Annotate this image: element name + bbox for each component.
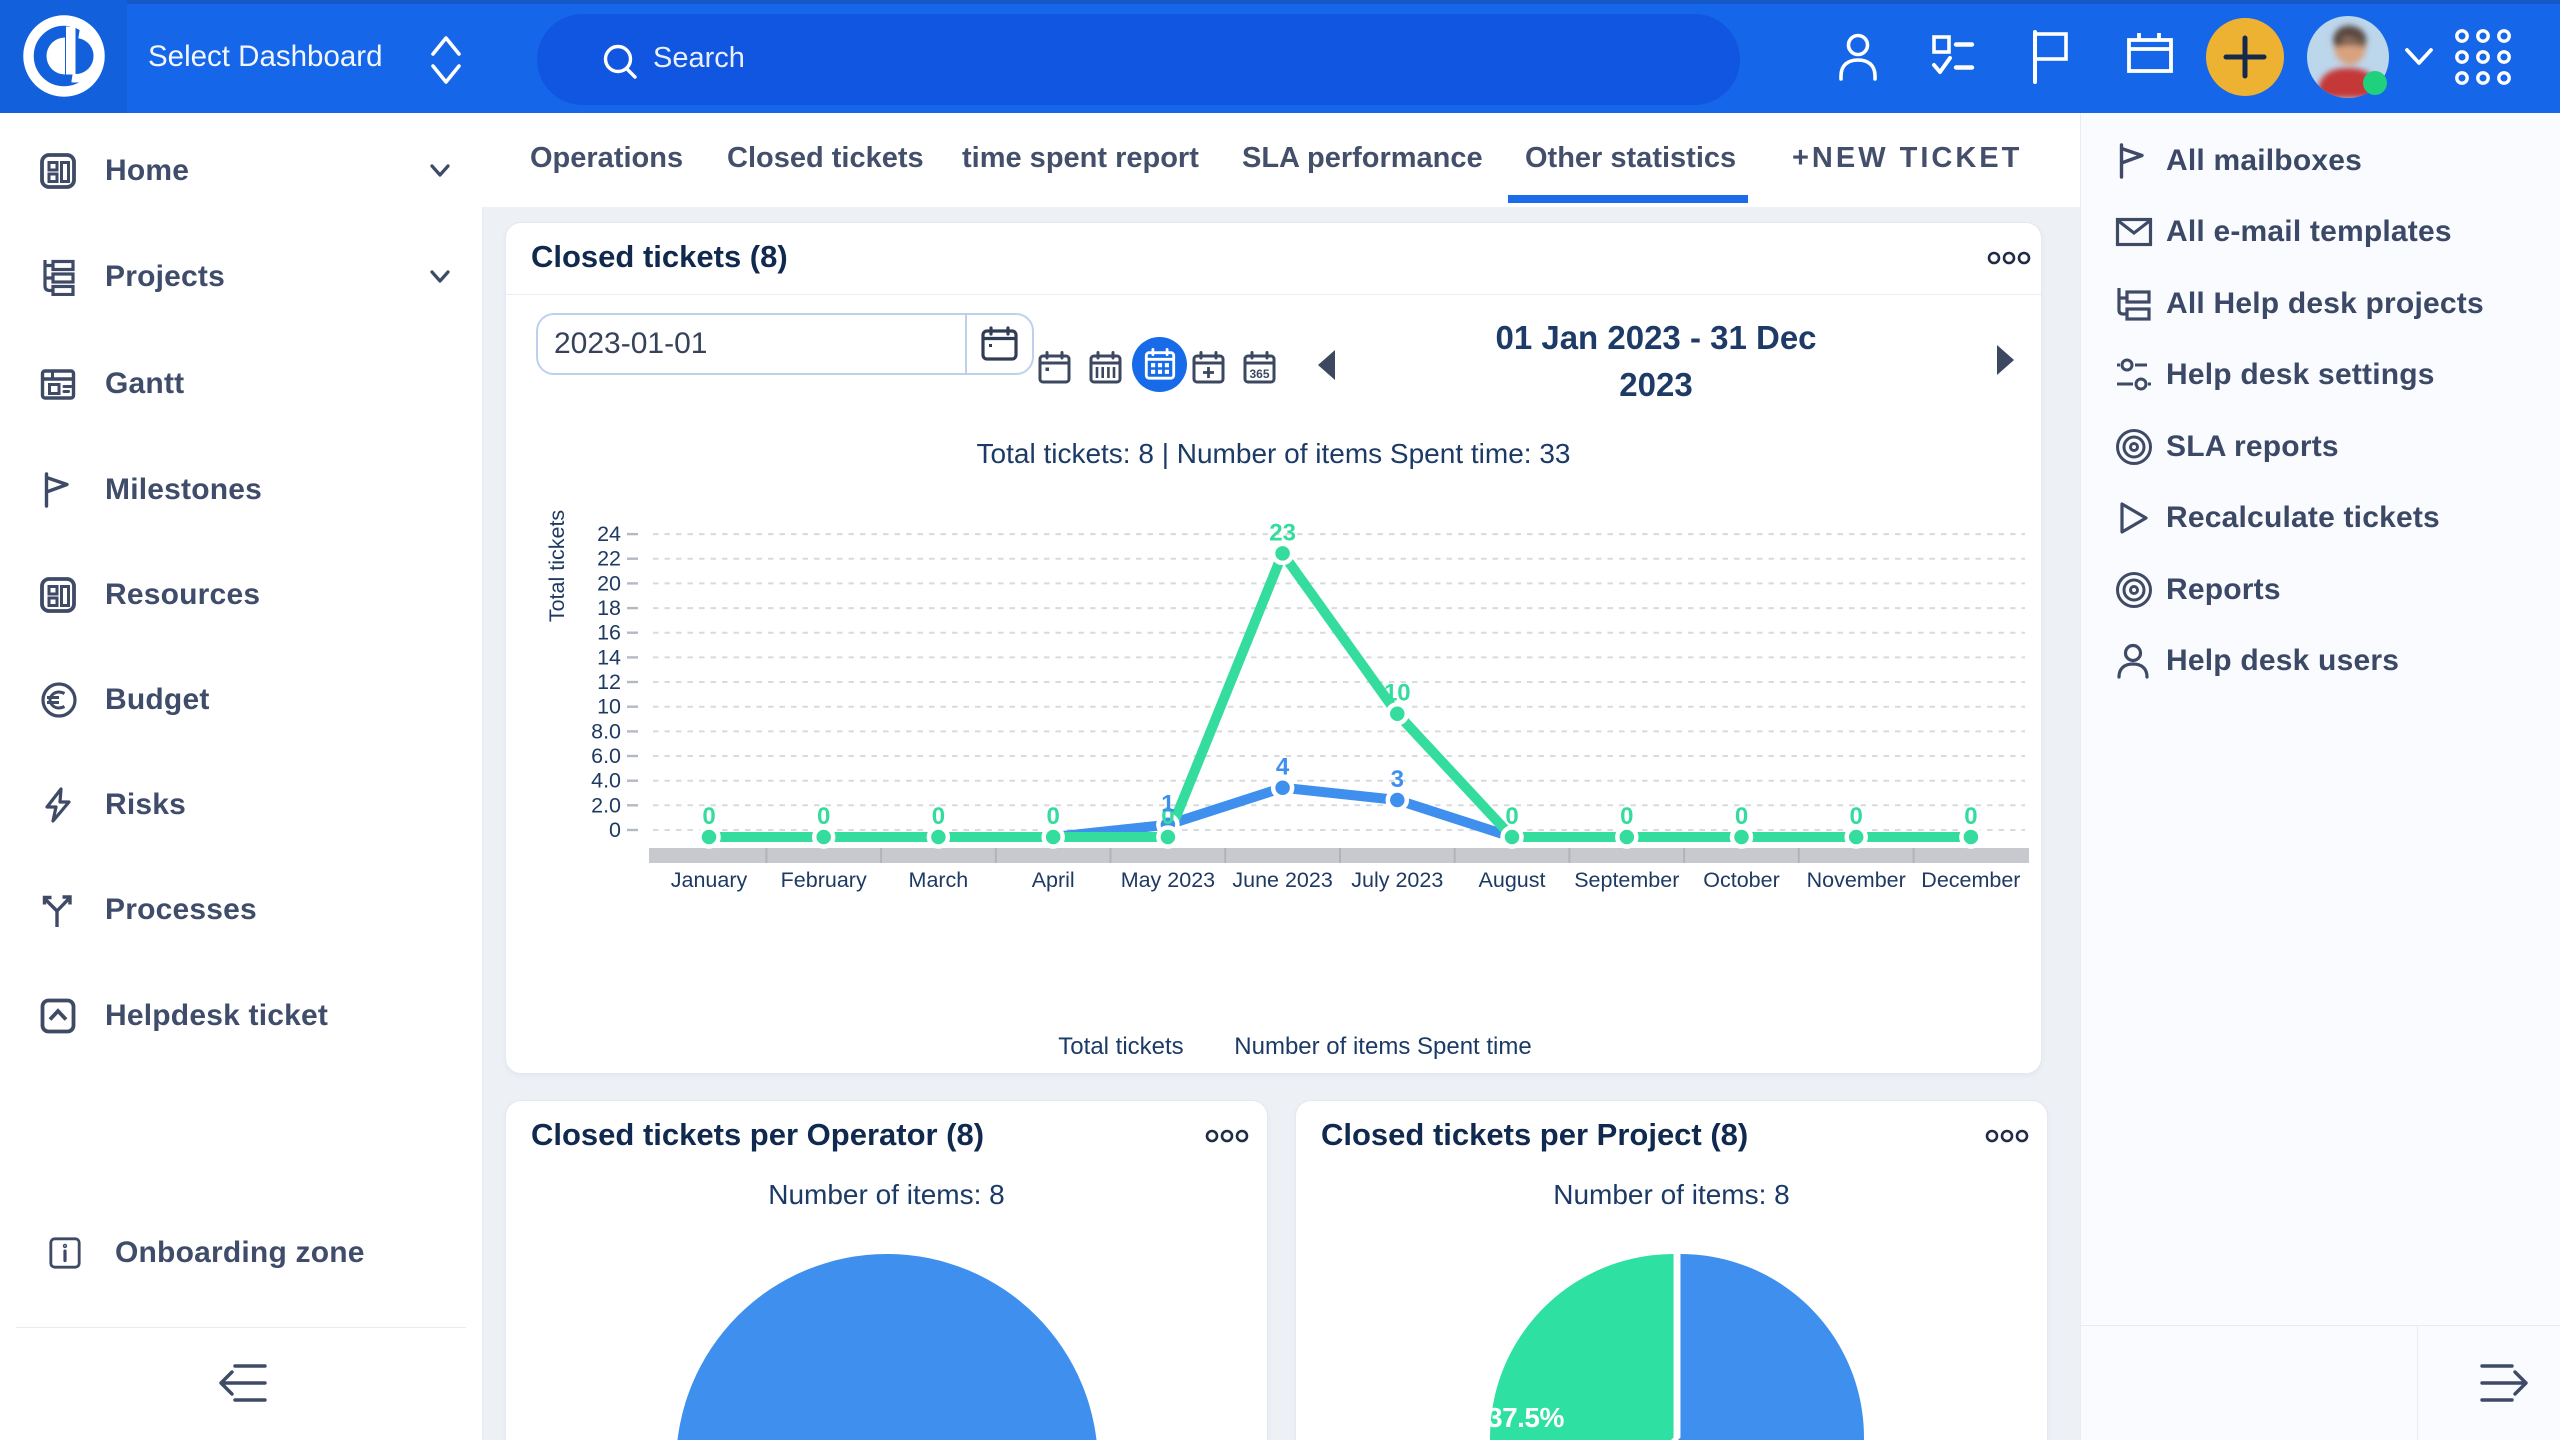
svg-text:June 2023: June 2023 [1232,868,1332,892]
svg-text:10: 10 [1384,680,1411,707]
svg-text:July 2023: July 2023 [1351,868,1443,892]
svg-text:0: 0 [1964,803,1977,830]
svg-text:20: 20 [597,571,621,595]
svg-text:0: 0 [609,818,621,842]
svg-text:0: 0 [1735,803,1748,830]
svg-text:January: January [671,868,748,892]
svg-text:November: November [1807,868,1906,892]
svg-text:16: 16 [597,621,621,645]
svg-text:August: August [1479,868,1546,892]
svg-text:October: October [1703,868,1779,892]
svg-text:3: 3 [1391,766,1404,793]
svg-text:0: 0 [1850,803,1863,830]
svg-text:September: September [1574,868,1679,892]
svg-text:365: 365 [1249,367,1269,381]
svg-text:22: 22 [597,547,621,571]
svg-text:23: 23 [1269,519,1296,546]
svg-text:Total tickets: Total tickets [545,510,569,622]
svg-text:0: 0 [1620,803,1633,830]
svg-text:0: 0 [1047,803,1060,830]
svg-text:18: 18 [597,596,621,620]
svg-text:4.0: 4.0 [591,769,621,793]
svg-text:4: 4 [1276,754,1290,781]
svg-text:8.0: 8.0 [591,719,621,743]
svg-text:2.0: 2.0 [591,793,621,817]
svg-text:12: 12 [597,670,621,694]
svg-text:0: 0 [1505,803,1518,830]
svg-text:March: March [909,868,969,892]
svg-text:April: April [1032,868,1075,892]
svg-text:December: December [1921,868,2020,892]
svg-text:0: 0 [817,803,830,830]
svg-text:February: February [781,868,867,892]
svg-text:May 2023: May 2023 [1121,868,1215,892]
svg-text:1: 1 [1161,791,1174,818]
svg-text:Total tickets: Total tickets [1058,1033,1183,1060]
svg-text:10: 10 [597,695,621,719]
svg-text:Number of items Spent time: Number of items Spent time [1234,1033,1531,1060]
svg-text:24: 24 [597,522,621,546]
svg-text:0: 0 [702,803,715,830]
svg-text:14: 14 [597,645,621,669]
svg-text:0: 0 [932,803,945,830]
svg-text:6.0: 6.0 [591,744,621,768]
